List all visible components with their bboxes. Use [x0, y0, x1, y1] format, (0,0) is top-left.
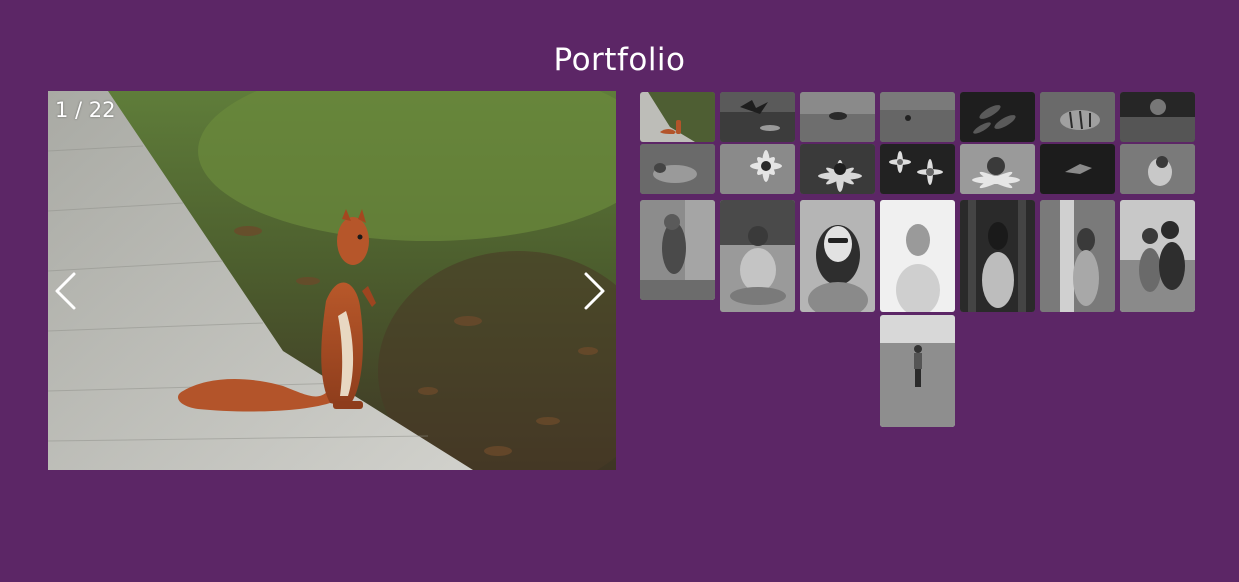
- thumbnail-image: [800, 144, 875, 194]
- thumbnail-image: [1040, 92, 1115, 142]
- thumbnail[interactable]: [880, 315, 955, 427]
- thumbnail[interactable]: [960, 92, 1035, 142]
- thumbnail[interactable]: [1040, 200, 1115, 312]
- thumbnail[interactable]: [640, 144, 715, 194]
- thumbnail-image: [1120, 144, 1195, 194]
- thumbnail-image: [880, 144, 955, 194]
- thumbnail[interactable]: [800, 92, 875, 142]
- thumbnail-image: [720, 92, 795, 142]
- next-button[interactable]: [580, 271, 610, 311]
- previous-button[interactable]: [52, 271, 82, 311]
- slide-counter: 1 / 22: [55, 98, 116, 122]
- thumbnail[interactable]: [1120, 92, 1195, 142]
- thumbnail[interactable]: [800, 144, 875, 194]
- thumbnail-image: [640, 92, 715, 142]
- thumbnail-image: [1040, 200, 1115, 312]
- chevron-left-icon: [55, 272, 76, 310]
- thumbnail-image: [720, 200, 795, 312]
- thumbnail-image: [960, 144, 1035, 194]
- thumbnail[interactable]: [720, 200, 795, 312]
- thumbnail-image: [640, 144, 715, 194]
- thumbnail-image: [880, 315, 955, 427]
- thumbnail[interactable]: [880, 144, 955, 194]
- thumbnail[interactable]: [1040, 92, 1115, 142]
- thumbnail[interactable]: [1120, 200, 1195, 312]
- thumbnail-image: [960, 92, 1035, 142]
- thumbnail[interactable]: [720, 144, 795, 194]
- thumbnail-image: [640, 200, 715, 300]
- thumbnail[interactable]: [720, 92, 795, 142]
- thumbnail[interactable]: [640, 200, 715, 300]
- main-photo: [48, 91, 616, 470]
- chevron-right-icon: [584, 272, 605, 310]
- thumbnail-image: [720, 144, 795, 194]
- thumbnail-image: [960, 200, 1035, 312]
- thumbnail-image: [800, 200, 875, 312]
- thumbnail-image: [1040, 144, 1115, 194]
- thumbnail[interactable]: [1040, 144, 1115, 194]
- thumbnail[interactable]: [960, 144, 1035, 194]
- thumbnail-image: [880, 92, 955, 142]
- thumbnail-image: [1120, 92, 1195, 142]
- thumbnail[interactable]: [880, 200, 955, 312]
- thumbnail[interactable]: [1120, 144, 1195, 194]
- thumbnail[interactable]: [640, 92, 715, 142]
- thumbnail-image: [800, 92, 875, 142]
- thumbnail[interactable]: [800, 200, 875, 312]
- main-image-viewer[interactable]: 1 / 22: [48, 91, 616, 470]
- page-title: Portfolio: [553, 42, 686, 78]
- thumbnail-image: [880, 200, 955, 312]
- thumbnail-image: [1120, 200, 1195, 312]
- thumbnail[interactable]: [960, 200, 1035, 312]
- thumbnail[interactable]: [880, 92, 955, 142]
